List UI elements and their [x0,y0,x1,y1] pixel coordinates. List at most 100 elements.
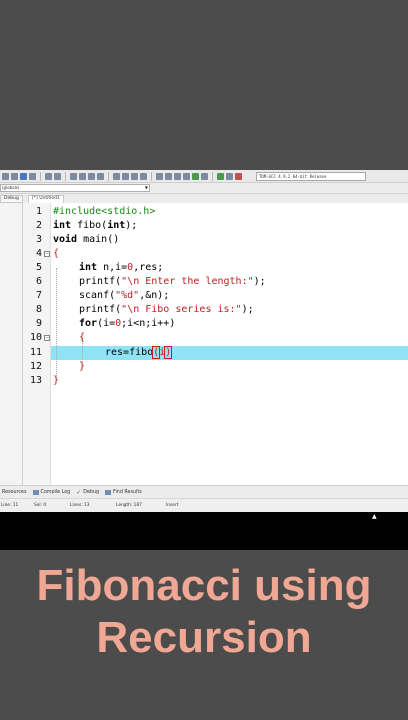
line-number: 5 [35,262,42,273]
code-token: } [53,375,60,386]
code-token: printf( [79,304,122,315]
line-number: 8 [35,304,42,315]
project-panel [0,203,23,485]
undo-icon[interactable] [45,172,52,180]
toolbar-divider [108,171,109,181]
scope-select[interactable]: (globals) ▼ [0,184,150,192]
tab-compile-log[interactable]: Compile Log [32,489,70,495]
goto-icon[interactable] [88,172,95,180]
compile-run-icon[interactable] [174,172,181,180]
check-icon: ✓ [76,488,82,496]
status-length: Length: 187 [116,503,142,508]
code-token: } [79,361,86,372]
compiler-select[interactable]: TDM-GCC 4.9.2 64-bit Release [256,172,366,181]
indent-guide [56,268,57,380]
code-token: int [53,220,72,231]
fullscreen-icon[interactable] [140,172,147,180]
code-token: ;i<n;i++) [121,318,176,329]
unindent-icon[interactable] [122,172,129,180]
line-number: 4 [35,248,42,259]
profile-icon[interactable] [226,172,233,180]
replace-icon[interactable] [79,172,86,180]
check-syntax-icon[interactable] [192,172,199,180]
code-token: ) [164,346,173,359]
compile-log-icon [32,489,39,495]
line-number: 7 [35,290,42,301]
ide-window: TDM-GCC 4.9.2 64-bit Release (globals) ▼… [0,170,408,512]
code-token: ); [253,276,266,287]
toggle-comment-icon[interactable] [131,172,138,180]
code-line: printf("\n Fibo series is:"); [79,303,254,317]
code-token: "\n Enter the length:" [121,276,254,287]
find-icon[interactable] [70,172,77,180]
code-line: { [79,331,85,345]
code-token: ); [125,220,138,231]
code-token: "%d" [115,290,140,301]
status-lines: Lines: 13 [70,503,90,508]
code-line: { [53,247,59,261]
indent-icon[interactable] [113,172,120,180]
tab-debug[interactable]: ✓ Debug [76,489,99,496]
line-number: 12 [29,361,42,372]
code-token: scanf( [79,290,116,301]
save-icon[interactable] [20,172,27,180]
code-line: #include<stdio.h> [53,205,155,219]
compile-icon[interactable] [156,172,163,180]
tab-label: Resources [2,489,27,495]
code-token: (i= [97,318,116,329]
line-number: 9 [35,318,42,329]
open-file-icon[interactable] [11,172,18,180]
code-line: int fibo(int); [53,219,137,233]
code-line: res=fibo(i) [105,346,173,360]
tab-label: Find Results [113,489,142,495]
line-number: 1 [35,206,42,217]
code-token: int [107,220,126,231]
save-all-icon[interactable] [29,172,36,180]
code-line: scanf("%d",&n); [79,289,169,303]
bookmark-icon[interactable] [97,172,104,180]
code-token: main() [77,234,120,245]
line-number: 10 [29,332,42,343]
find-results-icon [105,489,112,495]
tab-untitled1[interactable]: [*] Untitled1 [28,195,64,203]
line-number: 11 [29,347,42,358]
tab-find-results[interactable]: Find Results [105,489,142,495]
code-line: printf("\n Enter the length:"); [79,275,266,289]
line-number: 13 [29,375,42,386]
tab-debug-panel[interactable]: Debug [0,195,23,203]
caption-line-1: Fibonacci using [36,561,372,610]
caption-line-2: Recursion [96,613,312,662]
code-token: printf( [79,276,122,287]
bottom-panel-tabs: Resources Compile Log ✓ Debug Find Result… [0,485,408,498]
code-token: { [53,248,60,259]
chevron-down-icon: ▼ [144,185,148,190]
status-line: Line: 11 [1,503,19,508]
debug-icon[interactable] [201,172,208,180]
code-line: for(i=0;i<n;i++) [79,317,175,331]
run-icon[interactable] [165,172,172,180]
redo-icon[interactable] [54,172,61,180]
toolbar-divider [151,171,152,181]
status-sel: Sel: 0 [34,503,47,508]
line-number: 3 [35,234,42,245]
stop-icon[interactable] [235,172,242,180]
toolbar-divider [65,171,66,181]
scope-select-value: (globals) [2,185,20,190]
chart-icon[interactable] [217,172,224,180]
code-token: #include<stdio.h> [53,206,156,217]
code-token: void [53,234,78,245]
new-file-icon[interactable] [2,172,9,180]
code-token: n,i= [97,262,128,273]
line-number: 6 [35,276,42,287]
tab-label: Debug [83,489,100,495]
toolbar-divider [40,171,41,181]
video-band [0,512,408,550]
video-caption: Fibonacci using Recursion [0,560,408,664]
tab-resources[interactable]: Resources [2,490,27,495]
fold-toggle-icon[interactable]: − [44,335,50,341]
code-token: fibo( [71,220,108,231]
status-mode: Insert [166,503,179,508]
rebuild-icon[interactable] [183,172,190,180]
line-number: 2 [35,220,42,231]
fold-toggle-icon[interactable]: − [44,251,50,257]
